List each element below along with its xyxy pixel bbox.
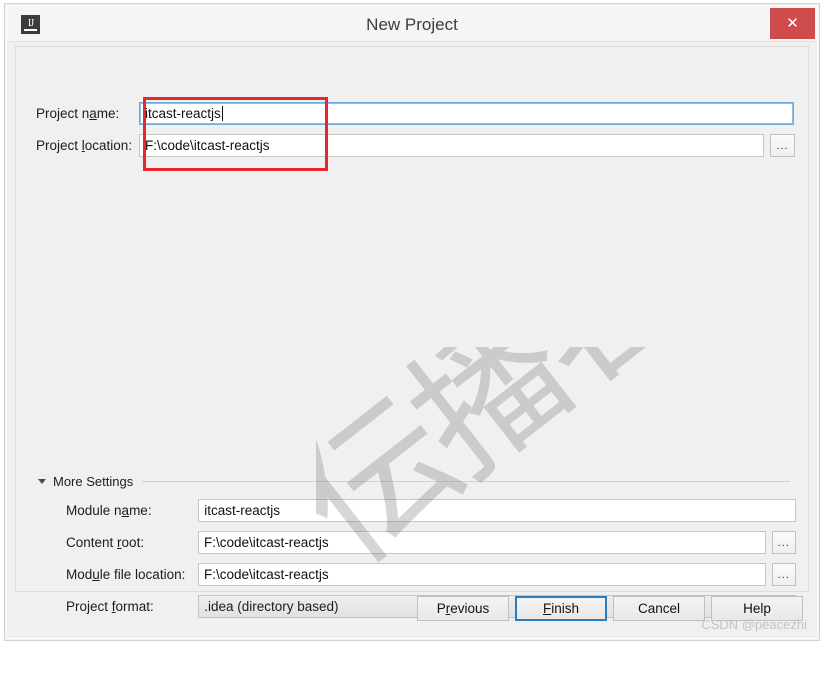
watermark-char-3: 客 [491, 347, 710, 422]
triangle-down-icon[interactable] [38, 478, 46, 484]
module-name-value: itcast-reactjs [204, 503, 281, 518]
module-file-location-browse-button[interactable]: ... [771, 563, 797, 586]
cancel-button[interactable]: Cancel [613, 596, 705, 621]
ellipsis-icon: ... [777, 568, 790, 581]
module-name-input[interactable]: itcast-reactjs [198, 499, 796, 522]
module-name-row: Module name: itcast-reactjs [66, 499, 796, 522]
project-name-value: itcast-reactjs [145, 106, 221, 121]
content-root-browse-button[interactable]: ... [771, 531, 797, 554]
project-name-input[interactable]: itcast-reactjs [139, 102, 794, 125]
ellipsis-icon: ... [776, 139, 789, 152]
previous-button[interactable]: Pr evious [417, 596, 509, 621]
more-settings-label: More Settings [53, 473, 134, 489]
project-location-label: Project location: [36, 138, 133, 153]
finish-button[interactable]: Finish [515, 596, 607, 621]
ellipsis-icon: ... [777, 536, 790, 549]
project-name-row: Project name: itcast-reactjs [36, 102, 796, 125]
title-bar: IJ New Project ✕ [7, 6, 817, 42]
dialog-button-bar: Pr evious Finish Cancel Help [15, 596, 809, 626]
csdn-watermark-credit: CSDN @peacezhi [701, 617, 807, 632]
group-separator [142, 480, 790, 482]
dialog-content-panel: Project name: itcast-reactjs Project loc… [15, 46, 809, 618]
project-location-value: F:\code\itcast-reactjs [145, 138, 270, 153]
dialog-window: IJ New Project ✕ Project name: itcast-re… [4, 3, 820, 641]
close-icon[interactable]: ✕ [770, 8, 815, 39]
project-location-row: Project location: F:\code\itcast-reactjs… [36, 134, 796, 157]
module-file-location-value: F:\code\itcast-reactjs [204, 567, 329, 582]
dialog-title: New Project [366, 15, 458, 34]
content-root-row: Content root: F:\code\itcast-reactjs ... [66, 531, 797, 554]
content-root-label: Content root: [66, 535, 145, 550]
more-settings-header[interactable]: More Settings [38, 473, 790, 489]
project-name-label: Project name: [36, 106, 120, 121]
module-file-location-label: Module file location: [66, 567, 186, 582]
text-caret [221, 106, 223, 121]
module-file-location-row: Module file location: F:\code\itcast-rea… [66, 563, 797, 586]
module-file-location-input[interactable]: F:\code\itcast-reactjs [198, 563, 766, 586]
content-root-input[interactable]: F:\code\itcast-reactjs [198, 531, 766, 554]
project-location-browse-button[interactable]: ... [770, 134, 795, 157]
content-root-value: F:\code\itcast-reactjs [204, 535, 329, 550]
project-location-input[interactable]: F:\code\itcast-reactjs [139, 134, 764, 157]
module-name-label: Module name: [66, 503, 152, 518]
